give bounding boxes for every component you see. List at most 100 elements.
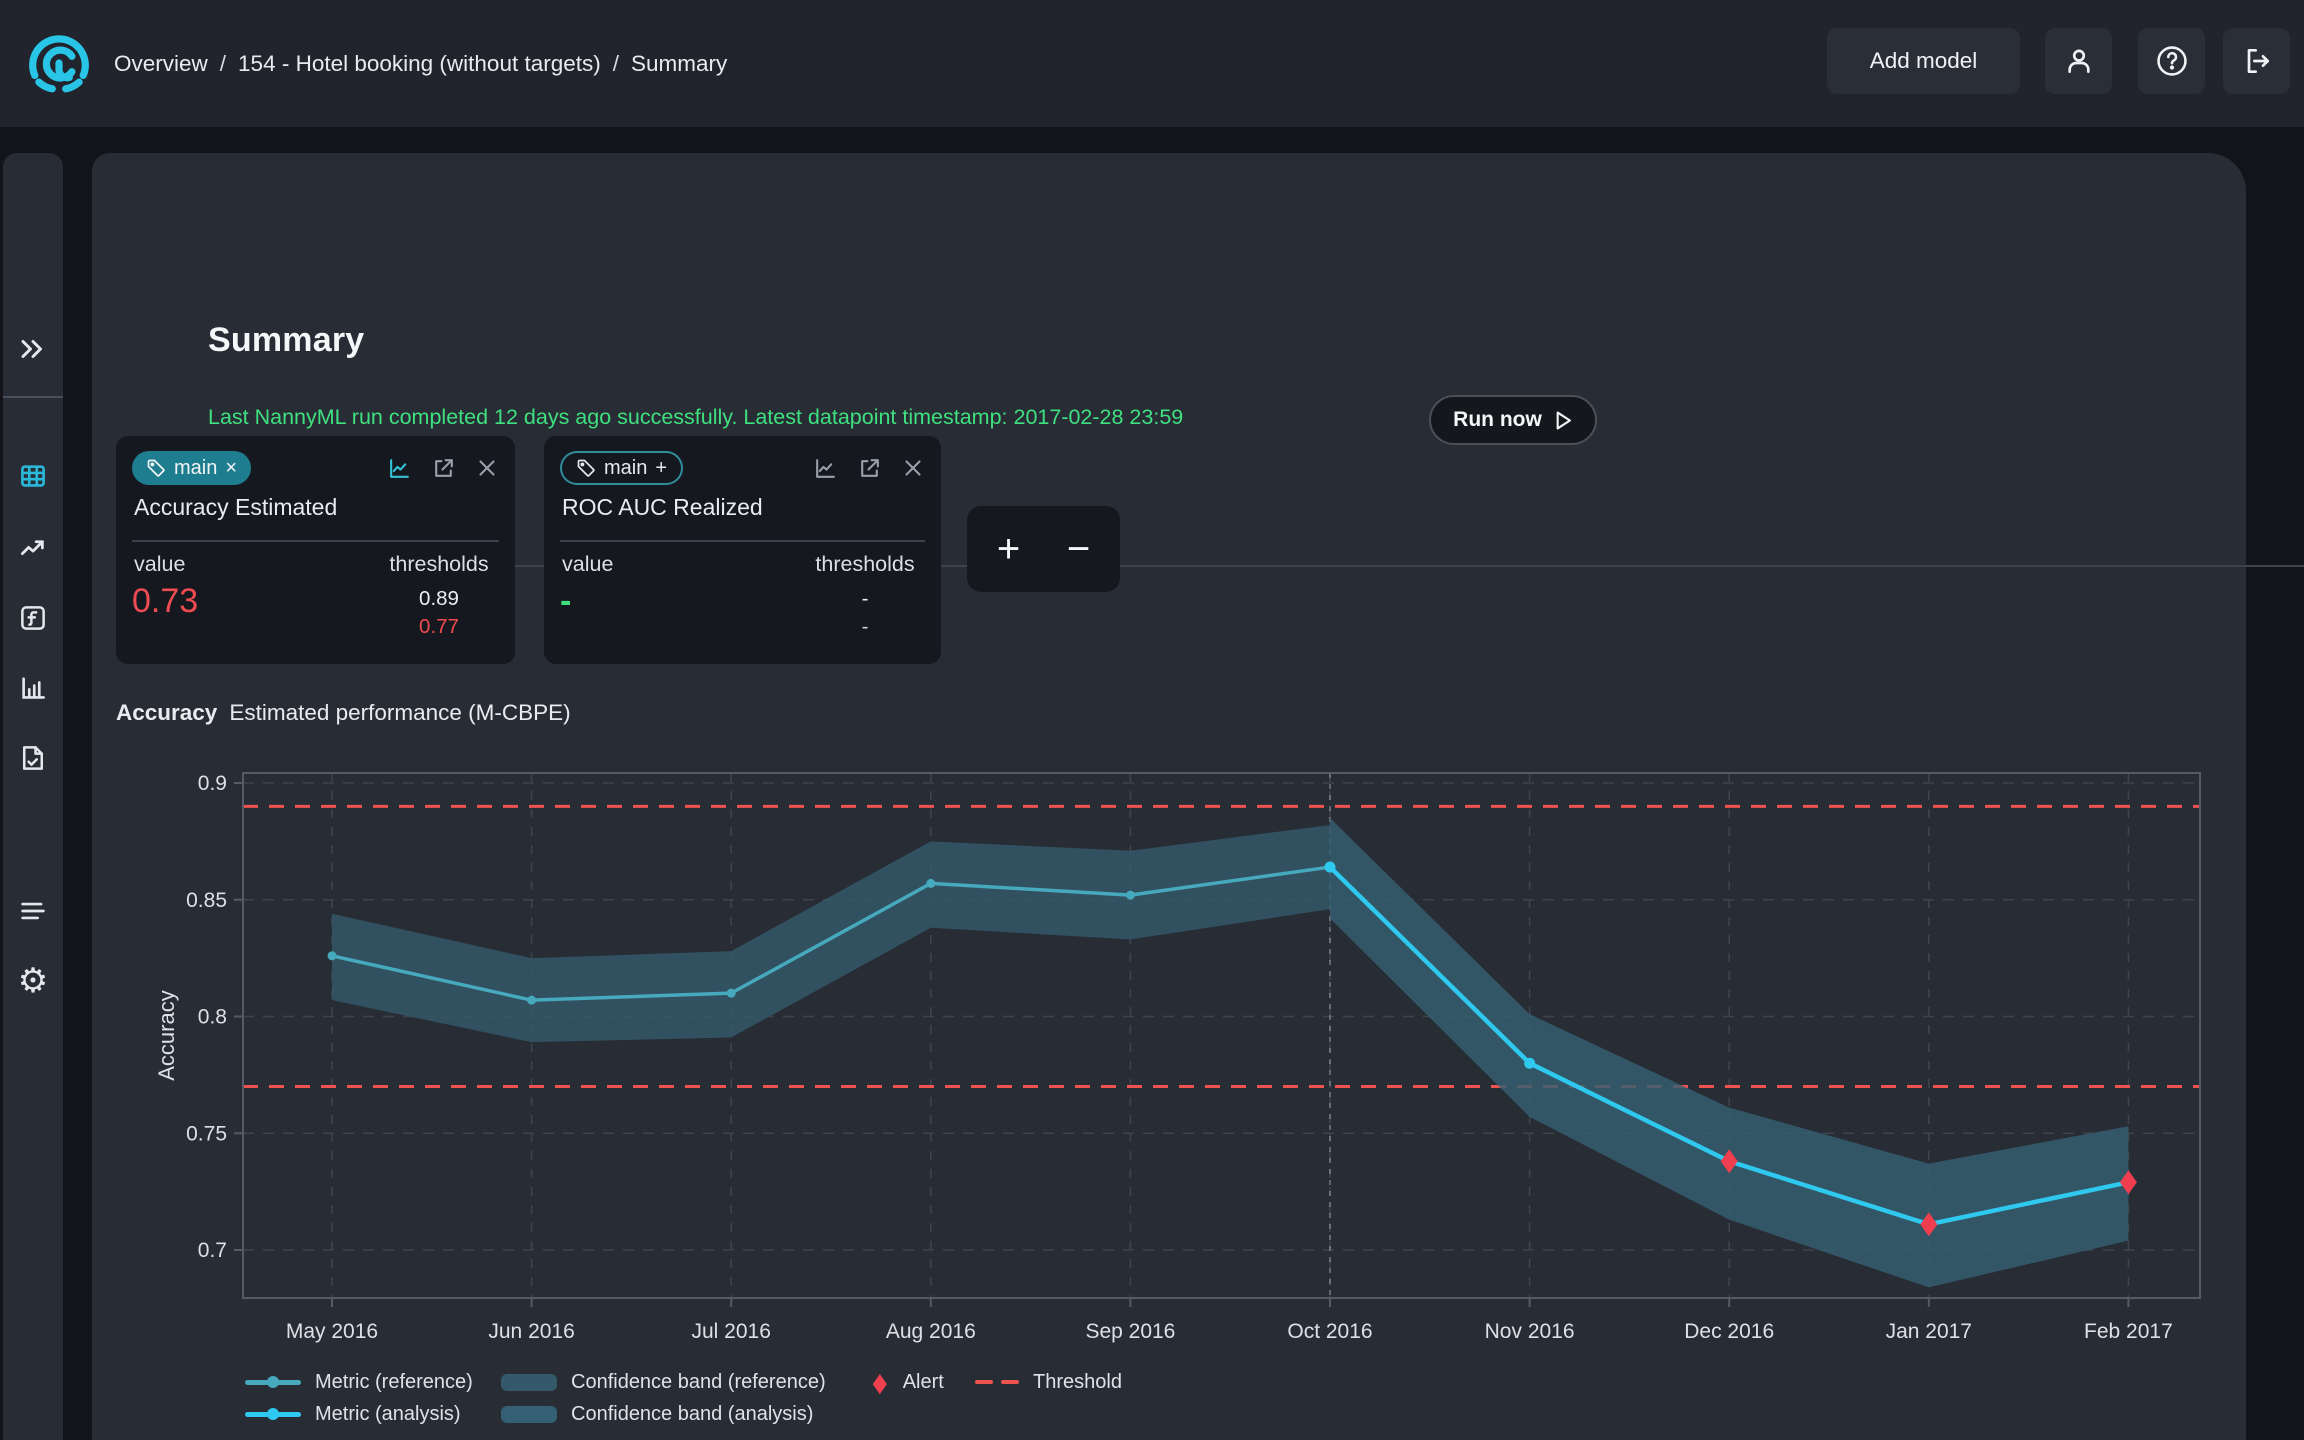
open-external-button[interactable]	[431, 456, 456, 481]
metric-card-roc-auc: main + ROC AUC Realized value thr	[544, 436, 941, 664]
top-navbar: Overview / 154 - Hotel booking (without …	[0, 0, 2304, 127]
threshold-dashes-icon	[975, 1380, 1019, 1384]
nannyml-logo-icon	[26, 30, 92, 96]
tag-icon	[146, 458, 166, 478]
alert-diamond-icon: ◆	[873, 1369, 887, 1395]
sidebar-item-summary[interactable]	[3, 452, 63, 500]
close-icon	[475, 456, 499, 480]
sidebar-item-menu[interactable]	[3, 887, 63, 935]
legend-band-reference[interactable]: Confidence band (reference)	[501, 1371, 871, 1394]
logout-icon	[2241, 45, 2273, 77]
close-card-button[interactable]	[901, 456, 925, 480]
run-now-button[interactable]: Run now	[1429, 395, 1597, 445]
svg-text:Jun 2016: Jun 2016	[488, 1320, 574, 1343]
threshold-lower-value: 0.77	[379, 615, 499, 639]
menu-lines-icon	[18, 898, 48, 924]
tag-pill-main-add[interactable]: main +	[560, 451, 683, 485]
svg-text:Jul 2016: Jul 2016	[691, 1320, 770, 1343]
breadcrumb-separator: /	[220, 51, 226, 77]
view-chart-button[interactable]	[813, 456, 838, 481]
breadcrumb: Overview / 154 - Hotel booking (without …	[114, 0, 727, 127]
performance-chart[interactable]: May 2016Jun 2016Jul 2016Aug 2016Sep 2016…	[116, 748, 2230, 1348]
card-divider	[132, 540, 499, 542]
svg-text:Jan 2017: Jan 2017	[1886, 1320, 1972, 1343]
breadcrumb-model[interactable]: 154 - Hotel booking (without targets)	[238, 51, 601, 77]
external-link-icon	[857, 456, 882, 481]
svg-text:Aug 2016: Aug 2016	[886, 1320, 976, 1343]
svg-text:0.75: 0.75	[186, 1122, 227, 1145]
legend-label: Threshold	[1033, 1371, 1122, 1394]
tag-label: main	[604, 457, 647, 480]
svg-text:0.9: 0.9	[198, 772, 227, 795]
tag-icon	[576, 458, 596, 478]
threshold-upper-value: -	[805, 587, 925, 611]
legend-label: Metric (analysis)	[315, 1403, 461, 1426]
tag-remove-icon[interactable]: ×	[225, 457, 237, 480]
page-title: Summary	[208, 321, 364, 360]
metric-value: -	[560, 582, 569, 621]
sidebar-item-performance[interactable]	[3, 524, 63, 572]
double-chevron-right-icon	[18, 336, 48, 362]
metric-card-accuracy: main × Accuracy Estimated value t	[116, 436, 515, 664]
svg-text:Nov 2016: Nov 2016	[1485, 1320, 1575, 1343]
sidebar-item-distribution[interactable]	[3, 664, 63, 712]
section-divider	[208, 565, 2304, 567]
svg-text:0.85: 0.85	[186, 889, 227, 912]
open-external-button[interactable]	[857, 456, 882, 481]
legend-metric-analysis[interactable]: Metric (analysis)	[245, 1403, 501, 1426]
tag-pill-main[interactable]: main ×	[132, 451, 251, 485]
sidebar-expand-button[interactable]	[3, 325, 63, 373]
chart-title: Accuracy Estimated performance (M-CBPE)	[116, 700, 571, 726]
left-sidebar: ⚙	[3, 153, 63, 1440]
legend-threshold[interactable]: Threshold	[975, 1371, 1122, 1394]
value-label: value	[562, 552, 613, 577]
close-icon	[901, 456, 925, 480]
run-now-label: Run now	[1453, 408, 1542, 432]
legend-label: Confidence band (analysis)	[571, 1403, 813, 1426]
remove-metric-button[interactable]: −	[1051, 514, 1107, 584]
add-metric-button[interactable]: +	[981, 514, 1037, 584]
tag-add-icon[interactable]: +	[655, 457, 667, 480]
band-swatch-icon	[501, 1406, 557, 1423]
sidebar-item-settings[interactable]: ⚙	[3, 957, 63, 1005]
bar-chart-icon	[18, 673, 48, 703]
logout-button[interactable]	[2223, 28, 2290, 94]
line-chart-icon	[813, 456, 838, 481]
gear-icon: ⚙	[18, 964, 48, 998]
metric-card-title: Accuracy Estimated	[134, 494, 337, 521]
play-icon	[1554, 410, 1573, 431]
svg-text:Dec 2016: Dec 2016	[1684, 1320, 1774, 1343]
chart-title-metric: Accuracy	[116, 700, 217, 726]
svg-text:Feb 2017: Feb 2017	[2084, 1320, 2173, 1343]
breadcrumb-overview[interactable]: Overview	[114, 51, 208, 77]
svg-text:0.7: 0.7	[198, 1239, 227, 1262]
legend-band-analysis[interactable]: Confidence band (analysis)	[501, 1403, 871, 1426]
add-model-button[interactable]: Add model	[1827, 28, 2020, 94]
thresholds-label: thresholds	[379, 552, 499, 577]
close-card-button[interactable]	[475, 456, 499, 480]
svg-text:Sep 2016: Sep 2016	[1085, 1320, 1175, 1343]
chart-legend: Metric (reference) Confidence band (refe…	[245, 1366, 1122, 1430]
band-swatch-icon	[501, 1374, 557, 1391]
line-chart-icon	[387, 456, 412, 481]
view-chart-button[interactable]	[387, 456, 412, 481]
table-grid-icon	[18, 461, 48, 491]
sidebar-item-concept-drift[interactable]	[3, 594, 63, 642]
legend-label: Alert	[903, 1371, 944, 1394]
metric-card-title: ROC AUC Realized	[562, 494, 763, 521]
user-account-button[interactable]	[2045, 28, 2112, 94]
legend-alert[interactable]: ◆ Alert	[871, 1371, 975, 1394]
threshold-upper-value: 0.89	[379, 587, 499, 611]
run-status-text: Last NannyML run completed 12 days ago s…	[208, 405, 1183, 430]
thresholds-label: thresholds	[805, 552, 925, 577]
sidebar-item-logs[interactable]	[3, 734, 63, 782]
value-label: value	[134, 552, 185, 577]
help-button[interactable]	[2138, 28, 2205, 94]
card-count-control: + −	[967, 506, 1120, 592]
trend-up-icon	[18, 533, 48, 563]
svg-text:0.8: 0.8	[198, 1006, 227, 1029]
chart-title-subtitle: Estimated performance (M-CBPE)	[229, 700, 570, 726]
external-link-icon	[431, 456, 456, 481]
breadcrumb-current-page: Summary	[631, 51, 727, 77]
legend-metric-reference[interactable]: Metric (reference)	[245, 1371, 501, 1394]
